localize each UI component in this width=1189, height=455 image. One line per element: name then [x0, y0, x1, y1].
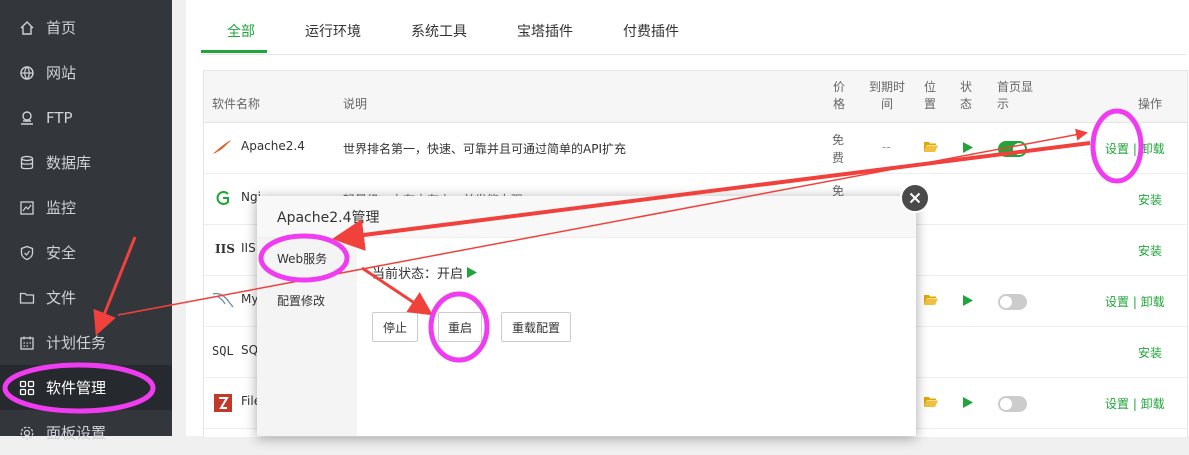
sidebar-item-label: 首页 [46, 19, 77, 37]
play-icon[interactable] [963, 397, 973, 412]
sidebar-item-panel-settings[interactable]: 面板设置 [0, 410, 172, 455]
sidebar-item-monitor[interactable]: 监控 [0, 185, 172, 230]
install-link[interactable]: 安装 [1138, 344, 1162, 361]
restart-button[interactable]: 重启 [438, 312, 482, 342]
stop-button[interactable]: 停止 [372, 312, 418, 342]
header-location: 位置 [923, 80, 936, 111]
apache-feather-icon [212, 139, 232, 159]
homepage-toggle[interactable] [998, 294, 1027, 310]
software-name: IIS [241, 241, 256, 255]
sidebar-item-label: 计划任务 [46, 334, 107, 352]
sidebar-item-label: 安全 [46, 244, 77, 262]
tab-all[interactable]: 全部 [227, 21, 255, 41]
header-price: 价格 [832, 80, 845, 111]
header-homepage: 首页显示 [997, 80, 1034, 111]
iis-logo-icon: IIS [215, 242, 235, 256]
header-action: 操作 [1138, 97, 1163, 111]
sidebar-item-label: 软件管理 [46, 379, 107, 397]
software-name: SQ [241, 343, 259, 357]
shield-icon [19, 245, 35, 261]
sidebar-item-label: FTP [46, 108, 73, 127]
database-icon [19, 155, 35, 171]
service-status: 当前状态：开启 [372, 263, 478, 282]
settings-uninstall-link[interactable]: 设置 | 卸载 [1105, 293, 1165, 310]
status-text: 当前状态：开启 [372, 267, 464, 282]
globe-icon [19, 65, 35, 81]
tab-runtime[interactable]: 运行环境 [305, 21, 361, 41]
header-name: 软件名称 [212, 97, 261, 111]
gear-icon [19, 425, 35, 441]
sidebar-item-home[interactable]: 首页 [0, 5, 172, 50]
folder-open-icon[interactable] [924, 396, 938, 412]
homepage-toggle[interactable] [998, 396, 1027, 412]
play-icon [467, 267, 478, 278]
software-price: 免费 [832, 133, 845, 165]
sidebar-item-website[interactable]: 网站 [0, 50, 172, 95]
sidebar-item-database[interactable]: 数据库 [0, 140, 172, 185]
play-icon[interactable] [963, 295, 973, 310]
tab-paid-plugins[interactable]: 付费插件 [623, 21, 679, 41]
monitor-icon [19, 200, 35, 216]
sidebar-item-security[interactable]: 安全 [0, 230, 172, 275]
settings-uninstall-link[interactable]: 设置 | 卸载 [1105, 395, 1165, 412]
mysql-dolphin-icon [211, 290, 235, 312]
install-link[interactable]: 安装 [1138, 191, 1162, 208]
category-tabs: 全部 运行环境 系统工具 宝塔插件 付费插件 [201, 0, 1186, 55]
header-desc: 说明 [343, 97, 368, 111]
sidebar-item-label: 监控 [46, 199, 77, 217]
nginx-g-icon [215, 190, 231, 210]
software-name: My [241, 292, 259, 306]
grid-icon [19, 380, 35, 396]
homepage-toggle[interactable] [998, 141, 1027, 157]
software-desc: 世界排名第一，快速、可靠并且可通过简单的API扩充 [343, 142, 626, 156]
table-row: Apache2.4 世界排名第一，快速、可靠并且可通过简单的API扩充 免费 -… [204, 123, 1187, 174]
active-tab-indicator [201, 50, 267, 53]
menu-web-service[interactable]: Web服务 [277, 250, 327, 267]
dialog-titlebar: Apache2.4管理 [257, 196, 916, 238]
play-icon[interactable] [963, 142, 973, 157]
sidebar-item-label: 数据库 [46, 154, 92, 172]
dialog-menu: Web服务 配置修改 [257, 238, 357, 436]
table-header: 软件名称 说明 价格 到期时间 位置 状态 首页显示 操作 [204, 71, 1187, 123]
sidebar-item-cron[interactable]: 计划任务 [0, 320, 172, 365]
sidebar-item-ftp[interactable]: FTP [0, 95, 172, 140]
sidebar-item-software[interactable]: 软件管理 [0, 365, 172, 410]
dialog-title: Apache2.4管理 [277, 210, 380, 226]
sidebar-item-label: 面板设置 [46, 424, 107, 442]
header-expire: 到期时间 [868, 80, 905, 111]
settings-uninstall-link[interactable]: 设置 | 卸载 [1105, 140, 1165, 157]
folder-open-icon[interactable] [924, 294, 938, 310]
menu-config-edit[interactable]: 配置修改 [277, 292, 325, 309]
install-link[interactable]: 安装 [1138, 242, 1162, 259]
tab-bt-plugins[interactable]: 宝塔插件 [517, 21, 573, 41]
reload-config-button[interactable]: 重载配置 [501, 312, 571, 342]
sidebar: 首页 网站 FTP 数据库 监控 安全 文件 计划任务 软件管理 面板设置 [0, 0, 172, 442]
sidebar-item-label: 网站 [46, 64, 77, 82]
sidebar-item-label: 文件 [46, 289, 77, 307]
home-icon [19, 20, 35, 36]
header-status: 状态 [959, 80, 972, 111]
sidebar-item-files[interactable]: 文件 [0, 275, 172, 320]
apache-manage-dialog: Apache2.4管理 Web服务 配置修改 当前状态：开启 停止 重启 重载配… [257, 196, 916, 436]
dialog-close-button[interactable] [900, 183, 930, 213]
software-name: Apache2.4 [241, 139, 305, 153]
calendar-icon [19, 335, 35, 351]
folder-icon [19, 290, 35, 306]
close-icon [909, 192, 921, 204]
sql-logo-icon: SQL [212, 344, 234, 358]
folder-open-icon[interactable] [924, 141, 938, 157]
software-expire: -- [882, 140, 891, 154]
tab-system-tools[interactable]: 系统工具 [411, 21, 467, 41]
filezilla-icon [214, 394, 232, 416]
ftp-icon [19, 110, 35, 126]
